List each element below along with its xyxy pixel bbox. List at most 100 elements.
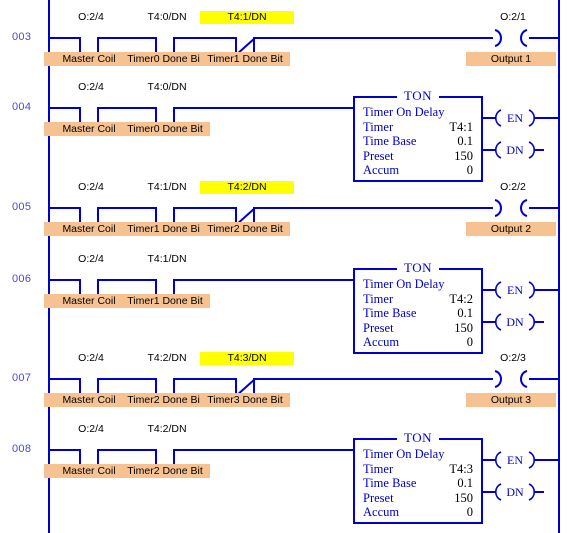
dn-lead-stub: [535, 149, 544, 151]
ton-instruction-block[interactable]: TON Timer On Delay Timer T4:1 Time Base 0.1 Pr…: [353, 89, 483, 182]
left-power-rail: [48, 0, 50, 533]
svg-text:DN: DN: [506, 485, 524, 499]
dn-terminal: DN: [495, 141, 535, 159]
contact-foot-l: [148, 279, 157, 281]
ton-preset: Preset 150: [363, 491, 473, 506]
en-lead-right: [535, 289, 560, 291]
ton-time-base-label: Time Base: [363, 306, 417, 320]
rung-wire: [262, 37, 493, 39]
ton-time-base: Time Base 0.1: [363, 476, 473, 491]
output-coil[interactable]: [493, 29, 529, 47]
rung-wire: [529, 378, 560, 380]
contact-foot-l: [72, 378, 81, 380]
rung-wire: [106, 279, 148, 281]
contact-foot-l: [148, 449, 157, 451]
ton-preset: Preset 150: [363, 149, 473, 164]
ton-accum: Accum 0: [363, 163, 473, 178]
contact-description: Timer3 Done Bit: [200, 393, 290, 407]
rung-number: 007: [12, 372, 32, 384]
ton-timer-value: T4:2: [449, 291, 473, 306]
ton-timer: Timer T4:1: [363, 120, 473, 135]
output-coil[interactable]: [493, 199, 529, 217]
ton-preset-label: Preset: [363, 148, 394, 163]
ton-subtitle: Timer On Delay: [363, 277, 445, 291]
rung-wire: [106, 449, 148, 451]
rung-wire: [48, 378, 72, 380]
ton-time-base: Time Base 0.1: [363, 306, 473, 321]
en-terminal: EN: [495, 109, 535, 127]
ton-preset-label: Preset: [363, 320, 394, 335]
ton-block-body: Timer On Delay Timer T4:1 Time Base 0.1 Prese…: [355, 98, 481, 182]
contact-description: Timer1 Done Bit: [120, 222, 210, 236]
ton-subtitle: Timer On Delay: [363, 105, 445, 119]
contact-description: Timer2 Done Bit: [200, 222, 290, 236]
en-lead-right: [535, 117, 560, 119]
contact-foot-l: [148, 37, 157, 39]
en-terminal: EN: [495, 451, 535, 469]
contact-foot-r: [97, 37, 106, 39]
ton-accum: Accum 0: [363, 335, 473, 350]
output-coil[interactable]: [493, 370, 529, 388]
rung-number: 005: [12, 201, 32, 213]
dn-lead: [483, 149, 495, 151]
output-description: Output 2: [466, 222, 556, 236]
contact-description: Timer0 Done Bit: [120, 122, 210, 136]
rung-wire: [182, 107, 353, 109]
contact-foot-r: [173, 37, 182, 39]
rung-wire: [106, 107, 148, 109]
en-terminal: EN: [495, 281, 535, 299]
contact-address: T4:1/DN: [147, 253, 187, 265]
ton-block-title: TON: [397, 261, 439, 275]
rung-number: 006: [12, 273, 32, 285]
rung-wire: [48, 37, 72, 39]
contact-foot-r: [97, 378, 106, 380]
rung-wire: [182, 37, 228, 39]
ton-time-base-value: 0.1: [457, 476, 473, 490]
dn-terminal: DN: [495, 313, 535, 331]
dn-lead: [483, 321, 495, 323]
contact-foot-l: [148, 378, 157, 380]
ton-time-base: Time Base 0.1: [363, 134, 473, 149]
ton-timer-label: Timer: [363, 291, 394, 306]
contact-description: Timer1 Done Bit: [200, 52, 290, 66]
ladder-diagram: 003 O:2/4 Master Coil T4:0/DN Timer0 Done Bi…: [0, 0, 576, 533]
en-lead: [483, 459, 495, 461]
ton-block-title: TON: [397, 89, 439, 103]
dn-lead-stub: [535, 491, 544, 493]
rung-wire: [48, 107, 72, 109]
ton-time-base-label: Time Base: [363, 476, 417, 490]
ton-preset: Preset 150: [363, 321, 473, 336]
svg-text:DN: DN: [506, 143, 524, 157]
ton-timer: Timer T4:2: [363, 292, 473, 307]
ton-preset-value: 150: [454, 490, 473, 505]
dn-terminal: DN: [495, 483, 535, 501]
svg-text:EN: EN: [507, 453, 523, 467]
ton-instruction-block[interactable]: TON Timer On Delay Timer T4:3 Time Base 0.1 Pr…: [353, 431, 483, 524]
rung-wire: [48, 279, 72, 281]
contact-address-highlighted: T4:3/DN: [200, 352, 294, 365]
contact-address-highlighted: T4:1/DN: [200, 11, 294, 24]
ton-block-body: Timer On Delay Timer T4:3 Time Base 0.1 Prese…: [355, 440, 481, 524]
rung-number: 008: [12, 443, 32, 455]
ton-preset-value: 150: [454, 320, 473, 335]
ton-instruction-block[interactable]: TON Timer On Delay Timer T4:2 Time Base 0.1 Pr…: [353, 261, 483, 354]
contact-description: Timer1 Done Bit: [120, 294, 210, 308]
contact-description: Timer0 Done Bit: [120, 52, 210, 66]
output-address: O:2/2: [500, 181, 526, 193]
contact-foot-r: [173, 449, 182, 451]
ton-time-base-value: 0.1: [457, 306, 473, 320]
ton-accum-label: Accum: [363, 505, 400, 519]
rung-number: 004: [12, 101, 32, 113]
svg-text:EN: EN: [507, 111, 523, 125]
ton-block-title: TON: [397, 431, 439, 445]
rung-wire: [262, 207, 493, 209]
ton-block-body: Timer On Delay Timer T4:2 Time Base 0.1 Prese…: [355, 270, 481, 354]
contact-description: Timer2 Done Bit: [120, 393, 210, 407]
ton-time-base-value: 0.1: [457, 134, 473, 148]
contact-address-highlighted: T4:2/DN: [200, 181, 294, 194]
contact-foot-l: [148, 207, 157, 209]
dn-lead: [483, 491, 495, 493]
contact-foot-l: [148, 107, 157, 109]
contact-foot-l: [72, 207, 81, 209]
contact-foot-r: [173, 207, 182, 209]
